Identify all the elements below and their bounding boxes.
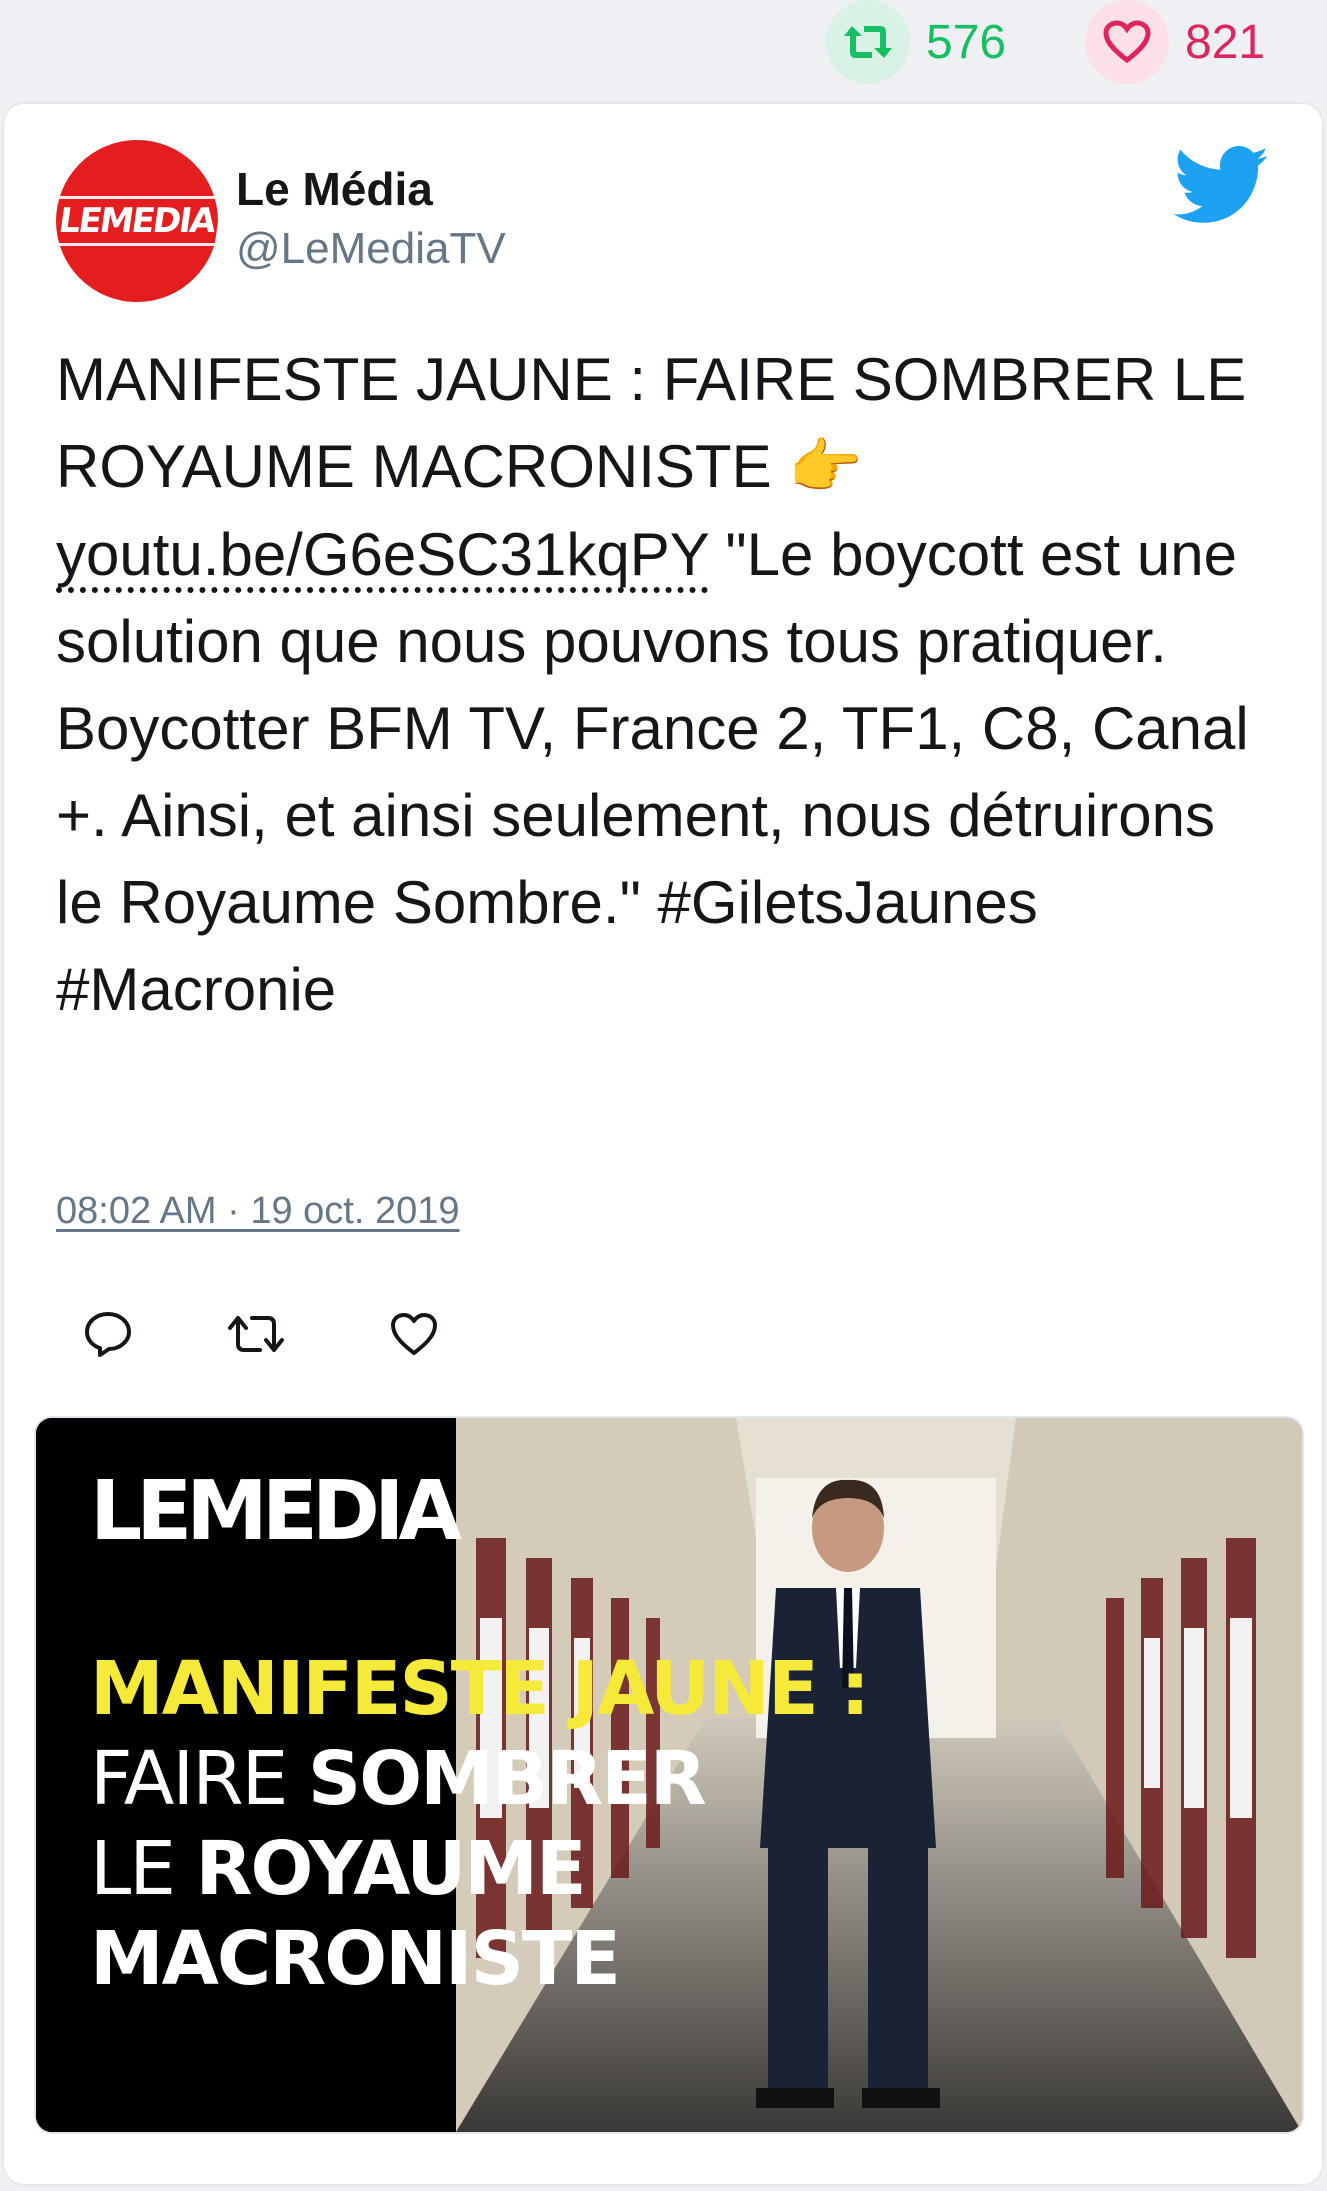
tweet-card: LEMEDIA Le Média @LeMediaTV MANIFESTE JA… (4, 104, 1322, 2184)
author-handle[interactable]: @LeMediaTV (236, 224, 506, 274)
media-logo: LEMEDIA (90, 1464, 462, 1559)
reply-icon[interactable] (76, 1302, 140, 1366)
retweet-icon[interactable] (826, 0, 910, 84)
heart-icon[interactable] (1085, 0, 1169, 84)
engagement-bar: 576 821 (0, 0, 1327, 95)
retweet-action-icon[interactable] (224, 1302, 288, 1366)
headline-line-3: LE ROYAUME (90, 1824, 990, 1914)
media-thumbnail[interactable]: LEMEDIA MANIFESTE JAUNE : FAIRE SOMBRER … (34, 1416, 1304, 2134)
avatar[interactable]: LEMEDIA (48, 140, 226, 302)
avatar-logo-text: LEMEDIA (48, 196, 226, 246)
twitter-bird-icon[interactable] (1174, 146, 1270, 226)
like-action-icon[interactable] (382, 1302, 446, 1366)
headline-line-2-thin: FAIRE (90, 1736, 308, 1822)
headline-line-1: MANIFESTE JAUNE : (90, 1646, 870, 1732)
headline-line-2-bold: SOMBRER (307, 1736, 707, 1822)
tweet-link[interactable]: youtu.be/G6eSC31kqPY (56, 521, 709, 588)
tweet-text: MANIFESTE JAUNE : FAIRE SOMBRER LE ROYAU… (56, 336, 1256, 1033)
thumbnail-headline: MANIFESTE JAUNE : FAIRE SOMBRER LE ROYAU… (90, 1644, 990, 2004)
author-name[interactable]: Le Média (236, 162, 433, 216)
headline-line-4: MACRONISTE (90, 1916, 621, 2002)
retweet-stat[interactable]: 576 (826, 0, 1006, 84)
like-count: 821 (1185, 15, 1266, 69)
headline-line-2: FAIRE SOMBRER (90, 1734, 990, 1824)
headline-line-3-thin: LE (90, 1826, 196, 1912)
tweet-text-headline: MANIFESTE JAUNE : FAIRE SOMBRER LE ROYAU… (56, 346, 1247, 500)
like-stat[interactable]: 821 (1085, 0, 1265, 84)
retweet-count: 576 (926, 15, 1007, 69)
pointing-right-emoji: 👉 (788, 432, 863, 502)
headline-line-3-bold: ROYAUME (195, 1826, 587, 1912)
tweet-text-body: "Le boycott est une solution que nous po… (56, 521, 1249, 1023)
tweet-timestamp[interactable]: 08:02 AM · 19 oct. 2019 (56, 1190, 460, 1233)
